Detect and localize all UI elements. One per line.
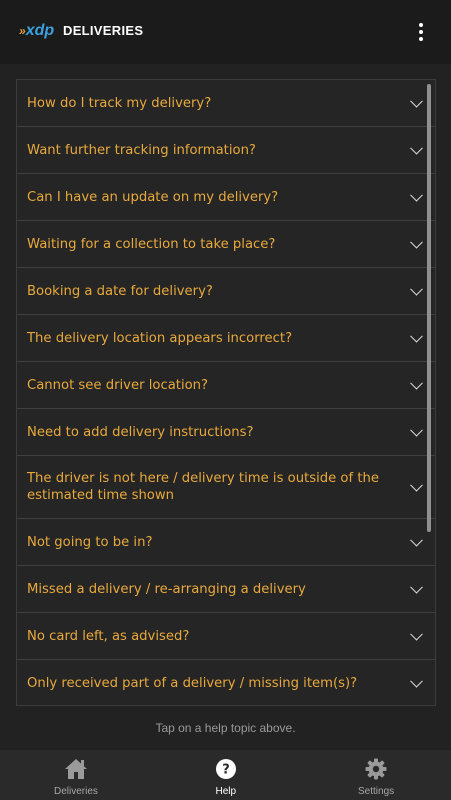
chevron-down-icon xyxy=(410,235,423,249)
chevron-down-icon xyxy=(410,674,423,688)
chevron-down-icon xyxy=(410,533,423,547)
faq-question: Waiting for a collection to take place? xyxy=(27,236,276,252)
tab-deliveries[interactable]: Deliveries xyxy=(45,750,107,800)
page-title: DELIVERIES xyxy=(63,23,144,38)
faq-question: The driver is not here / delivery time i… xyxy=(27,471,379,503)
faq-question: Need to add delivery instructions? xyxy=(27,424,254,440)
tab-label: Settings xyxy=(358,786,395,797)
faq-question: Can I have an update on my delivery? xyxy=(27,189,279,205)
svg-text:?: ? xyxy=(222,763,230,778)
faq-question: How do I track my delivery? xyxy=(27,95,212,111)
faq-item[interactable]: Want further tracking information? xyxy=(17,127,435,174)
chevron-down-icon xyxy=(410,478,423,492)
faq-item[interactable]: Only received part of a delivery / missi… xyxy=(17,660,435,705)
faq-item[interactable]: Booking a date for delivery? xyxy=(17,268,435,315)
more-vertical-icon[interactable] xyxy=(410,20,432,44)
xdp-logo: » xdp xyxy=(19,22,54,40)
chevron-down-icon xyxy=(410,376,423,390)
tab-help[interactable]: ? Help xyxy=(195,750,257,800)
chevron-down-icon xyxy=(410,94,423,108)
faq-item[interactable]: The delivery location appears incorrect? xyxy=(17,315,435,362)
faq-list: How do I track my delivery? Want further… xyxy=(16,79,436,706)
chevron-down-icon xyxy=(410,423,423,437)
faq-question: Want further tracking information? xyxy=(27,142,256,158)
faq-question: Booking a date for delivery? xyxy=(27,283,213,299)
help-hint: Tap on a help topic above. xyxy=(155,721,296,735)
tab-label: Help xyxy=(215,786,237,797)
chevron-down-icon xyxy=(410,329,423,343)
help-icon: ? xyxy=(216,759,236,779)
logo-chevrons: » xyxy=(19,24,26,38)
faq-item[interactable]: The driver is not here / delivery time i… xyxy=(17,456,435,519)
faq-item[interactable]: Not going to be in? xyxy=(17,519,435,566)
faq-question: Missed a delivery / re-arranging a deliv… xyxy=(27,581,306,597)
faq-item[interactable]: Waiting for a collection to take place? xyxy=(17,221,435,268)
chevron-down-icon xyxy=(410,627,423,641)
home-icon xyxy=(65,759,87,779)
faq-item[interactable]: How do I track my delivery? xyxy=(17,80,435,127)
chevron-down-icon xyxy=(410,580,423,594)
faq-item[interactable]: Missed a delivery / re-arranging a deliv… xyxy=(17,566,435,613)
faq-question: Cannot see driver location? xyxy=(27,377,209,393)
faq-question: No card left, as advised? xyxy=(27,628,190,644)
logo-text: xdp xyxy=(25,22,55,39)
bottom-tab-bar: Deliveries ? Help Settings xyxy=(0,750,451,800)
faq-question: The delivery location appears incorrect? xyxy=(27,330,293,346)
gear-icon xyxy=(365,758,387,780)
chevron-down-icon xyxy=(410,141,423,155)
tab-settings[interactable]: Settings xyxy=(345,750,407,800)
faq-question: Not going to be in? xyxy=(27,534,153,550)
scrollbar[interactable] xyxy=(427,84,431,532)
chevron-down-icon xyxy=(410,282,423,296)
chevron-down-icon xyxy=(410,188,423,202)
faq-item[interactable]: Need to add delivery instructions? xyxy=(17,409,435,456)
tab-label: Deliveries xyxy=(54,786,98,797)
faq-item[interactable]: Can I have an update on my delivery? xyxy=(17,174,435,221)
faq-item[interactable]: Cannot see driver location? xyxy=(17,362,435,409)
app-header: » xdp DELIVERIES xyxy=(0,0,451,64)
faq-item[interactable]: No card left, as advised? xyxy=(17,613,435,660)
faq-question: Only received part of a delivery / missi… xyxy=(27,675,358,691)
